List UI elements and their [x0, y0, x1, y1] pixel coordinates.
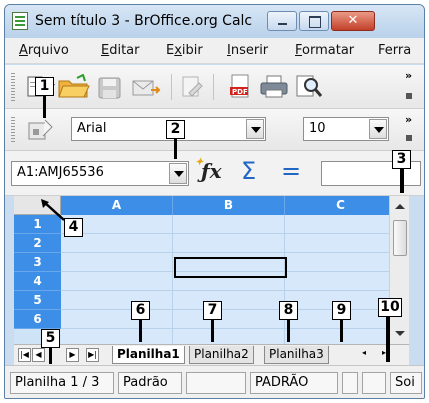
first-sheet-icon[interactable]: |◀ — [18, 348, 31, 362]
email-document-icon[interactable] — [131, 77, 161, 99]
callout-1-pointer — [43, 96, 46, 118]
export-pdf-icon[interactable]: PDF — [227, 74, 253, 100]
menu-arquivo[interactable]: Arquivo — [19, 43, 69, 58]
menu-editar[interactable]: Editar — [101, 43, 140, 58]
menu-bar: Arquivo Editar Exibir Inserir Formatar F… — [5, 38, 424, 64]
row-header-6[interactable]: 6 — [14, 310, 61, 329]
status-sheet-position: Planilha 1 / 3 — [10, 372, 114, 394]
callout-9-pointer — [340, 320, 343, 342]
open-folder-icon[interactable] — [57, 74, 91, 100]
calc-app-icon — [12, 12, 28, 30]
scroll-down-icon[interactable] — [395, 331, 405, 336]
callout-1: 1 — [35, 77, 54, 96]
tab-planilha3[interactable]: Planilha3 — [264, 346, 329, 364]
callout-5-pointer — [49, 348, 52, 364]
title-bar[interactable]: Sem título 3 - BrOffice.org Calc ✕ — [5, 5, 424, 38]
callout-3: 3 — [392, 150, 411, 169]
callout-5: 5 — [41, 329, 60, 348]
name-box-value: A1:AMJ65536 — [17, 165, 104, 180]
formatting-toolbar: Arial 10 » — [5, 109, 424, 151]
scroll-up-icon[interactable] — [395, 204, 405, 209]
tab-planilha2[interactable]: Planilha2 — [189, 346, 254, 364]
minimize-button[interactable] — [267, 11, 297, 31]
maximize-button[interactable] — [299, 11, 329, 31]
status-selection-mode[interactable]: PADRÃO — [250, 372, 338, 394]
window-title: Sem título 3 - BrOffice.org Calc — [35, 13, 253, 29]
callout-9: 9 — [332, 301, 351, 320]
chevron-down-icon[interactable] — [246, 119, 264, 139]
chevron-down-icon[interactable] — [169, 163, 187, 184]
prev-sheet-icon[interactable]: ◀ — [32, 348, 45, 362]
function-wizard-icon[interactable]: ✦ ƒx — [195, 157, 222, 183]
toolbar-overflow-icon[interactable]: » — [405, 69, 412, 82]
callout-7: 7 — [203, 301, 222, 320]
row-header-5[interactable]: 5 — [14, 291, 61, 310]
toolbar-separator — [171, 74, 172, 100]
column-header-a[interactable]: A — [61, 196, 173, 215]
svg-text:PDF: PDF — [232, 88, 248, 96]
tab-planilha1[interactable]: Planilha1 — [112, 346, 185, 364]
column-header-c[interactable]: C — [285, 196, 389, 215]
formula-bar: A1:AMJ65536 ✦ ƒx Σ = — [5, 151, 424, 196]
status-sum: Soi — [390, 372, 422, 394]
menu-formatar[interactable]: Formatar — [295, 43, 354, 58]
menu-ferramentas[interactable]: Ferra — [378, 43, 411, 58]
close-icon: ✕ — [347, 13, 359, 28]
toolbar-grip[interactable] — [11, 73, 15, 101]
chevron-down-icon[interactable] — [369, 119, 387, 139]
status-signature — [362, 372, 386, 394]
toolbar-grip[interactable] — [11, 117, 15, 143]
status-bar: Planilha 1 / 3 Padrão PADRÃO Soi — [5, 365, 424, 398]
column-header-b[interactable]: B — [173, 196, 285, 215]
status-zoom[interactable] — [186, 372, 246, 394]
toolbar-options-icon[interactable] — [406, 135, 412, 141]
sparkle-icon: ✦ — [195, 157, 204, 168]
standard-toolbar: PDF » — [5, 65, 424, 109]
edit-file-icon[interactable] — [179, 75, 205, 99]
callout-3-pointer — [400, 169, 404, 193]
row-header-2[interactable]: 2 — [14, 234, 61, 253]
name-box[interactable]: A1:AMJ65536 — [11, 161, 189, 186]
close-button[interactable]: ✕ — [331, 11, 375, 31]
callout-7-pointer — [211, 320, 214, 342]
row-header-4[interactable]: 4 — [14, 272, 61, 291]
font-size-value: 10 — [309, 121, 326, 136]
callout-2: 2 — [166, 120, 185, 139]
callout-4-pointer — [41, 199, 65, 221]
vertical-scrollbar[interactable] — [389, 196, 409, 344]
callout-10: 10 — [378, 298, 402, 317]
next-sheet-icon[interactable]: ▶ — [66, 348, 79, 362]
print-preview-icon[interactable] — [293, 74, 323, 100]
last-sheet-icon[interactable]: ▶| — [86, 348, 99, 362]
sum-icon[interactable]: Σ — [241, 157, 256, 185]
menu-exibir[interactable]: Exibir — [166, 43, 203, 58]
row-header-3[interactable]: 3 — [14, 253, 61, 272]
toolbar-options-icon[interactable] — [406, 93, 412, 99]
callout-2-pointer — [174, 139, 177, 159]
callout-6-pointer — [139, 320, 142, 342]
font-name-value: Arial — [77, 121, 107, 136]
scroll-thumb[interactable] — [393, 220, 407, 256]
callout-8-pointer — [287, 320, 290, 342]
active-cell-cursor[interactable] — [174, 257, 287, 278]
callout-8: 8 — [279, 301, 298, 320]
styles-formatting-icon[interactable] — [25, 117, 57, 145]
toolbar-separator — [213, 74, 214, 100]
callout-6: 6 — [131, 301, 150, 320]
save-icon[interactable] — [97, 76, 123, 100]
status-modified — [342, 372, 358, 394]
status-page-style[interactable]: Padrão — [118, 372, 182, 394]
horizontal-scrollbar[interactable]: ◂ ▸ — [356, 348, 396, 362]
print-icon[interactable] — [259, 75, 289, 99]
menu-inserir[interactable]: Inserir — [227, 43, 268, 58]
sheet-tab-bar: |◀ ◀ ▶ ▶| Planilha1 Planilha2 Planilha3 … — [14, 344, 409, 365]
callout-10-pointer — [386, 317, 390, 362]
function-icon[interactable]: = — [281, 157, 301, 185]
scroll-left-icon[interactable]: ◂ — [362, 348, 366, 357]
font-size-combo[interactable]: 10 — [303, 117, 389, 141]
toolbar-overflow-icon[interactable]: » — [405, 113, 412, 126]
